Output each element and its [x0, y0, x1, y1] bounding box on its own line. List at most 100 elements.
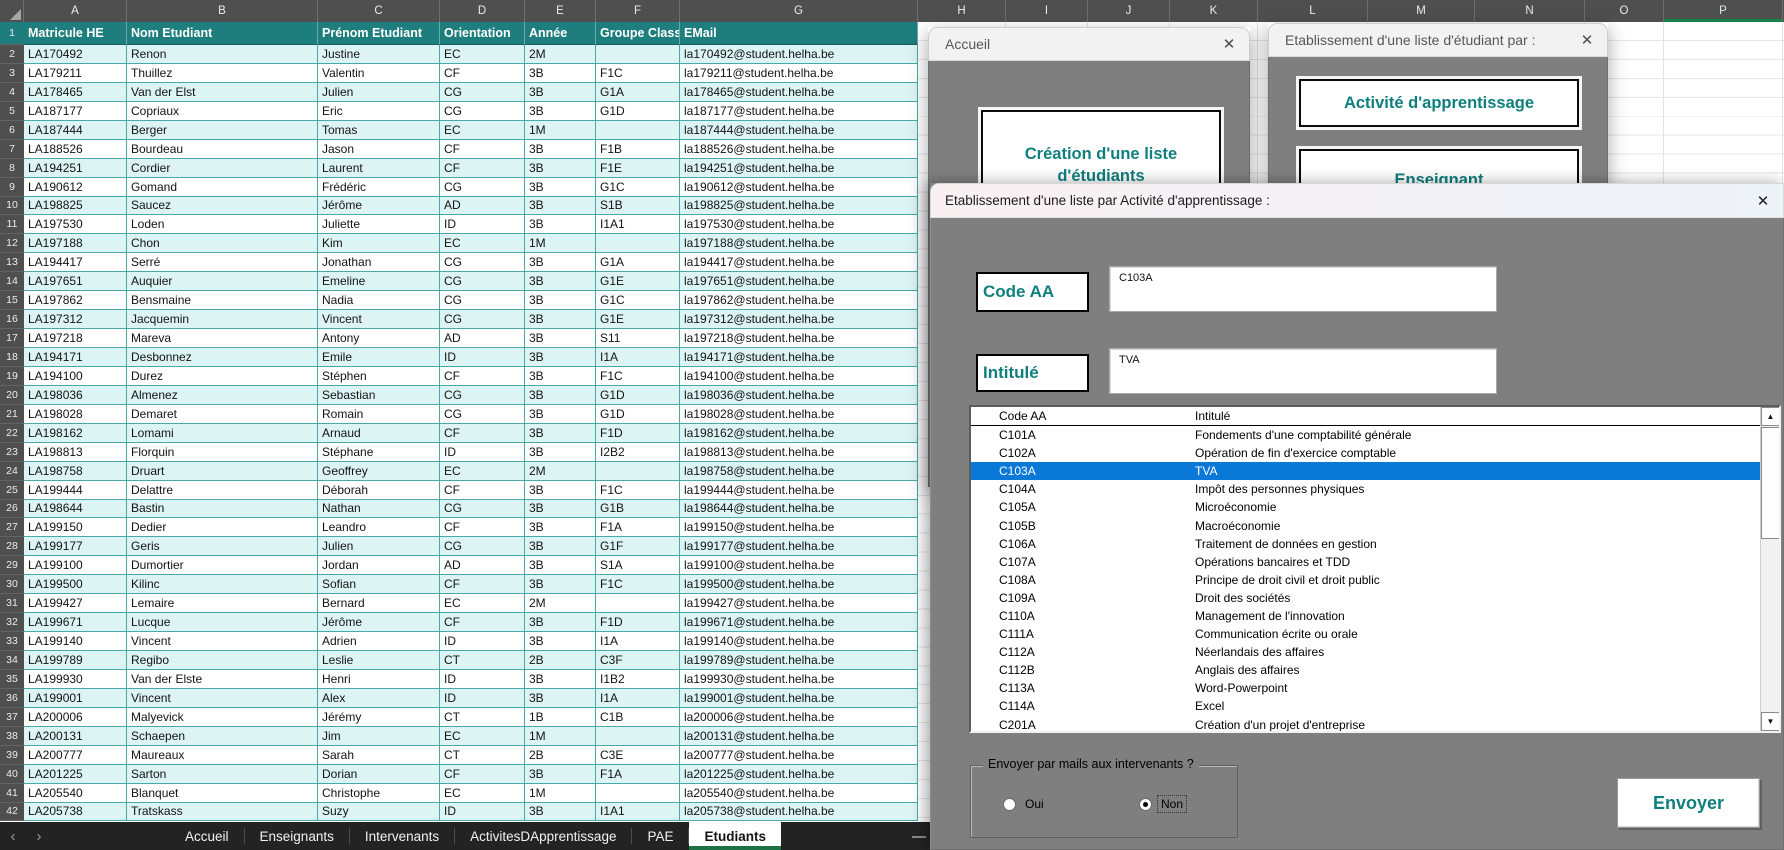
table-cell[interactable]: G1E: [596, 272, 680, 291]
table-cell[interactable]: CF: [440, 575, 525, 594]
table-cell[interactable]: Vincent: [318, 310, 440, 329]
table-cell[interactable]: LA198644: [24, 500, 127, 519]
table-cell[interactable]: 3B: [525, 367, 596, 386]
row-number[interactable]: 40: [0, 765, 24, 784]
row-number[interactable]: 23: [0, 443, 24, 462]
table-cell[interactable]: Lemaire: [127, 594, 318, 613]
activity-button[interactable]: Activité d'apprentissage: [1299, 79, 1579, 127]
table-cell[interactable]: G1F: [596, 537, 680, 556]
listbox-item[interactable]: C108APrincipe de droit civil et droit pu…: [971, 571, 1760, 589]
table-cell[interactable]: F1B: [596, 140, 680, 159]
table-cell[interactable]: 2M: [525, 594, 596, 613]
table-cell[interactable]: Delattre: [127, 481, 318, 500]
table-cell[interactable]: Sofian: [318, 575, 440, 594]
table-cell[interactable]: la194171@student.helha.be: [680, 348, 918, 367]
table-cell[interactable]: la199500@student.helha.be: [680, 575, 918, 594]
table-cell[interactable]: LA205738: [24, 803, 127, 822]
row-number[interactable]: 17: [0, 329, 24, 348]
column-header-H[interactable]: H: [918, 0, 1006, 22]
close-icon[interactable]: ✕: [1743, 192, 1783, 210]
row-number[interactable]: 22: [0, 424, 24, 443]
table-cell[interactable]: la198758@student.helha.be: [680, 462, 918, 481]
table-cell[interactable]: 3B: [525, 386, 596, 405]
table-cell[interactable]: I1A: [596, 632, 680, 651]
table-cell[interactable]: Laurent: [318, 159, 440, 178]
table-cell[interactable]: 3B: [525, 102, 596, 121]
table-cell[interactable]: LA170492: [24, 45, 127, 64]
table-cell[interactable]: CG: [440, 272, 525, 291]
table-cell[interactable]: Chon: [127, 234, 318, 253]
table-cell[interactable]: 1M: [525, 234, 596, 253]
table-cell[interactable]: la197188@student.helha.be: [680, 234, 918, 253]
table-cell[interactable]: F1A: [596, 765, 680, 784]
table-cell[interactable]: Jérôme: [318, 197, 440, 216]
table-cell[interactable]: Almenez: [127, 386, 318, 405]
table-cell[interactable]: LA199150: [24, 518, 127, 537]
listbox-item[interactable]: C111ACommunication écrite ou orale: [971, 625, 1760, 643]
table-cell[interactable]: 3B: [525, 253, 596, 272]
table-cell[interactable]: CG: [440, 178, 525, 197]
table-header-cell[interactable]: Nom Etudiant: [127, 22, 318, 45]
table-cell[interactable]: Gomand: [127, 178, 318, 197]
table-cell[interactable]: 2B: [525, 746, 596, 765]
row-number[interactable]: 4: [0, 83, 24, 102]
table-cell[interactable]: LA199671: [24, 613, 127, 632]
row-number[interactable]: 16: [0, 310, 24, 329]
table-cell[interactable]: LA199444: [24, 481, 127, 500]
table-cell[interactable]: 3B: [525, 443, 596, 462]
table-cell[interactable]: LA198028: [24, 405, 127, 424]
table-cell[interactable]: LA194100: [24, 367, 127, 386]
table-cell[interactable]: Blanquet: [127, 784, 318, 803]
table-cell[interactable]: I2B2: [596, 443, 680, 462]
table-cell[interactable]: F1C: [596, 575, 680, 594]
scroll-down-icon[interactable]: ▼: [1761, 712, 1780, 731]
table-cell[interactable]: la194100@student.helha.be: [680, 367, 918, 386]
table-cell[interactable]: Bensmaine: [127, 291, 318, 310]
table-cell[interactable]: la200006@student.helha.be: [680, 708, 918, 727]
sheet-tab-etudiants[interactable]: Etudiants: [689, 822, 781, 850]
table-cell[interactable]: [596, 784, 680, 803]
table-cell[interactable]: 3B: [525, 481, 596, 500]
table-cell[interactable]: Nathan: [318, 500, 440, 519]
table-cell[interactable]: LA198813: [24, 443, 127, 462]
row-number[interactable]: 13: [0, 253, 24, 272]
table-cell[interactable]: Emile: [318, 348, 440, 367]
listbox-item[interactable]: C113AWord-Powerpoint: [971, 679, 1760, 697]
table-header-cell[interactable]: Prénom Etudiant: [318, 22, 440, 45]
listbox-item[interactable]: C110AManagement de l'innovation: [971, 607, 1760, 625]
row-number[interactable]: 37: [0, 708, 24, 727]
table-cell[interactable]: LA198825: [24, 197, 127, 216]
sheet-nav-next-icon[interactable]: ›: [26, 822, 52, 850]
radio-non[interactable]: Non: [1139, 796, 1186, 812]
table-cell[interactable]: 3B: [525, 500, 596, 519]
table-cell[interactable]: Malyevick: [127, 708, 318, 727]
table-cell[interactable]: F1D: [596, 424, 680, 443]
table-cell[interactable]: 3B: [525, 689, 596, 708]
table-cell[interactable]: Schaepen: [127, 727, 318, 746]
table-cell[interactable]: 3B: [525, 537, 596, 556]
table-cell[interactable]: Sebastian: [318, 386, 440, 405]
table-cell[interactable]: LA205540: [24, 784, 127, 803]
table-cell[interactable]: EC: [440, 462, 525, 481]
column-header-C[interactable]: C: [318, 0, 440, 22]
sheet-tab-enseignants[interactable]: Enseignants: [245, 822, 349, 850]
column-header-A[interactable]: A: [24, 0, 127, 22]
row-number[interactable]: 38: [0, 727, 24, 746]
table-cell[interactable]: CF: [440, 481, 525, 500]
scroll-up-icon[interactable]: ▲: [1761, 407, 1780, 426]
column-header-E[interactable]: E: [525, 0, 596, 22]
table-cell[interactable]: Kim: [318, 234, 440, 253]
table-cell[interactable]: [596, 594, 680, 613]
row-number[interactable]: 28: [0, 537, 24, 556]
table-cell[interactable]: C3F: [596, 651, 680, 670]
table-cell[interactable]: 3B: [525, 140, 596, 159]
table-cell[interactable]: 3B: [525, 765, 596, 784]
table-cell[interactable]: la194417@student.helha.be: [680, 253, 918, 272]
table-cell[interactable]: Auquier: [127, 272, 318, 291]
row-number[interactable]: 1: [0, 22, 24, 45]
table-cell[interactable]: I1A: [596, 689, 680, 708]
table-cell[interactable]: Maureaux: [127, 746, 318, 765]
listbox-item[interactable]: C101AFondements d'une comptabilité génér…: [971, 426, 1760, 444]
table-cell[interactable]: CG: [440, 500, 525, 519]
table-header-cell[interactable]: Année: [525, 22, 596, 45]
